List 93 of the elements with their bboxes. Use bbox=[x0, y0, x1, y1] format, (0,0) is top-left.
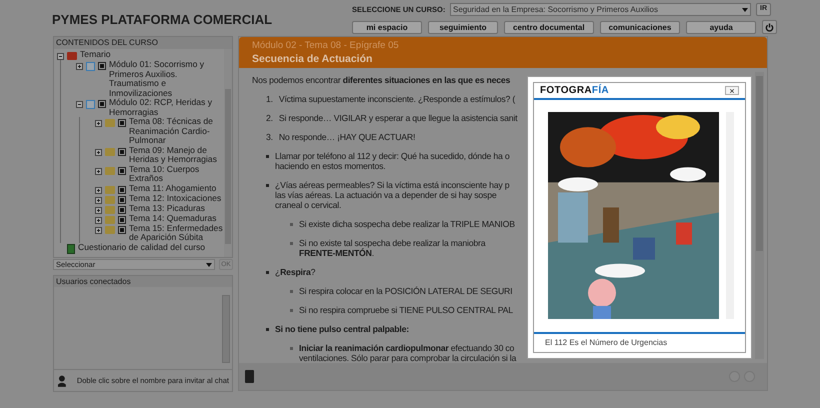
body-text: No responde… ¡HAY QUE ACTUAR! bbox=[278, 132, 416, 142]
checkbox[interactable] bbox=[118, 186, 126, 194]
tree-item[interactable]: Tema 15: Enfermedades de Aparición Súbita bbox=[129, 224, 224, 242]
nav-button[interactable]: mi espacio bbox=[352, 20, 422, 34]
dropdown-icon bbox=[206, 262, 212, 266]
collapse-icon[interactable] bbox=[76, 101, 83, 108]
checkbox[interactable] bbox=[118, 216, 126, 224]
tree-item[interactable]: Tema 14: Quemaduras bbox=[129, 214, 216, 223]
breadcrumb: Módulo 02 - Tema 08 - Epígrafe 05 bbox=[252, 39, 400, 52]
body-text: Si existe dicha sospecha debe realizar la TRIPLE MANIOB bbox=[299, 219, 515, 230]
checkbox[interactable] bbox=[118, 206, 126, 214]
app-title: PYMES PLATAFORMA COMERCIAL bbox=[52, 11, 274, 29]
checkbox[interactable] bbox=[98, 100, 106, 108]
body-text: Si no existe tal sospecha debe realizar la maniobra bbox=[299, 238, 486, 248]
tree-item[interactable]: Módulo 02: RCP, Heridas y Hemorragias bbox=[109, 98, 224, 117]
body-text: Si respira colocar en la POSICIÓN LATERAL DE SEGURI bbox=[299, 286, 512, 296]
expand-icon[interactable] bbox=[76, 63, 83, 70]
checkbox[interactable] bbox=[118, 196, 126, 204]
power-icon bbox=[765, 22, 774, 32]
checkbox[interactable] bbox=[118, 148, 126, 156]
body-text: Si no tiene pulso central palpable: bbox=[275, 324, 409, 334]
window-icon bbox=[86, 100, 95, 109]
page-icon[interactable] bbox=[245, 370, 254, 384]
body-text: haciendo en estos momentos. bbox=[275, 161, 387, 172]
expand-icon[interactable] bbox=[95, 226, 102, 234]
panel-title: CONTENIDOS DEL CURSO bbox=[54, 37, 232, 49]
window-icon bbox=[86, 62, 95, 71]
close-button[interactable]: × bbox=[725, 86, 739, 95]
document-icon bbox=[67, 244, 75, 254]
body-text: Nos podemos encontrar diferentes situaciones en las que es neces bbox=[252, 75, 510, 86]
list-number: 2. bbox=[266, 113, 273, 124]
panel-title: Usuarios conectados bbox=[54, 276, 232, 287]
bullet-icon bbox=[266, 328, 269, 332]
body-text: Llamar por teléfono al 112 y decir: Qué ha sucedido, dónde ha o bbox=[275, 151, 510, 162]
body-text: ¿Vías aéreas permeables? Si la víctima está inconsciente hay p bbox=[275, 180, 510, 190]
checkbox[interactable] bbox=[98, 62, 106, 70]
user-icon bbox=[57, 374, 67, 386]
expand-icon[interactable] bbox=[95, 216, 102, 224]
tree-item[interactable]: Tema 12: Intoxicaciones bbox=[129, 194, 222, 203]
expand-icon[interactable] bbox=[95, 196, 102, 204]
body-text: Iniciar la reanimación cardiopulmonar efectuando 30 co bbox=[299, 343, 516, 354]
bullet-icon bbox=[266, 184, 269, 188]
expand-icon[interactable] bbox=[95, 168, 102, 174]
bullet-icon bbox=[290, 242, 293, 246]
checkbox[interactable] bbox=[118, 226, 126, 234]
expand-icon[interactable] bbox=[95, 186, 102, 194]
expand-icon[interactable] bbox=[95, 148, 102, 156]
nav-button[interactable]: ayuda bbox=[686, 20, 756, 34]
tree-item[interactable]: Tema 10: Cuerpos Extraños bbox=[129, 164, 224, 184]
nav-button[interactable]: seguimiento bbox=[428, 20, 498, 34]
dialog-title: FOTOGRAFÍA bbox=[540, 83, 609, 98]
scrollbar[interactable] bbox=[222, 295, 230, 363]
bullet-icon bbox=[266, 155, 269, 158]
section-title: Secuencia de Actuación bbox=[252, 52, 374, 66]
expand-icon[interactable] bbox=[95, 120, 102, 127]
scrollbar[interactable] bbox=[224, 49, 232, 257]
bullet-icon bbox=[290, 223, 293, 226]
list-number: 1. bbox=[266, 94, 273, 104]
nav-button[interactable]: comunicaciones bbox=[600, 20, 680, 34]
body-text: FRENTE-MENTÓN. bbox=[299, 248, 375, 258]
book-icon bbox=[67, 52, 77, 60]
tree-item[interactable]: Tema 11: Ahogamiento bbox=[129, 184, 216, 193]
body-text: ¿Respira? bbox=[275, 267, 316, 278]
folder-icon bbox=[105, 166, 115, 174]
body-text: craneal o cervical. bbox=[275, 200, 342, 210]
expand-icon[interactable] bbox=[95, 206, 102, 214]
tree-item[interactable]: Cuestionario de calidad del curso bbox=[78, 242, 206, 252]
scrollbar[interactable] bbox=[755, 72, 764, 360]
list-number: 3. bbox=[266, 132, 273, 142]
folder-icon bbox=[105, 119, 115, 127]
checkbox[interactable] bbox=[118, 166, 126, 174]
tree-item[interactable]: Tema 13: Picaduras bbox=[129, 204, 205, 213]
tree-item[interactable]: Módulo 01: Socorrismo y Primeros Auxilios. Traumatismo e Inmovilizaciones bbox=[109, 60, 224, 98]
power-button[interactable] bbox=[762, 20, 778, 34]
photo-caption: El 112 Es el Número de Urgencias bbox=[545, 337, 668, 349]
bullet-icon bbox=[290, 347, 293, 350]
body-text: Víctima supuestamente inconsciente. ¿Responde a estímulos? ( bbox=[278, 94, 516, 104]
checkbox[interactable] bbox=[118, 119, 126, 127]
tree-item[interactable]: Tema 09: Manejo de Heridas y Hemorragias bbox=[129, 146, 224, 164]
course-select[interactable]: Seguridad en la Empresa: Socorrismo y Primeros Auxilios bbox=[450, 3, 751, 16]
dropdown-icon bbox=[742, 8, 748, 12]
body-text: ventilaciones. Sólo parar para comprobar la circulación si la bbox=[299, 353, 516, 364]
body-text: Si no respira compruebe si TIENE PULSO CENTRAL PAL bbox=[299, 305, 513, 316]
tree-item[interactable]: Tema 08: Técnicas de Reanimación Cardio-Pulmonar bbox=[129, 117, 224, 146]
bullet-icon bbox=[290, 290, 293, 294]
nav-button[interactable]: centro documental bbox=[504, 20, 594, 34]
body-text: las vías aéreas. La actuación va a depender de si hay sospe bbox=[275, 190, 498, 200]
bullet-icon bbox=[290, 309, 293, 312]
collapse-icon[interactable] bbox=[57, 53, 64, 60]
folder-icon bbox=[105, 148, 115, 156]
bullet-icon bbox=[266, 271, 269, 274]
tree-item[interactable]: Temario bbox=[80, 50, 111, 60]
body-text: Si responde… VIGILAR y esperar a que llegue la asistencia sanit bbox=[278, 113, 518, 124]
